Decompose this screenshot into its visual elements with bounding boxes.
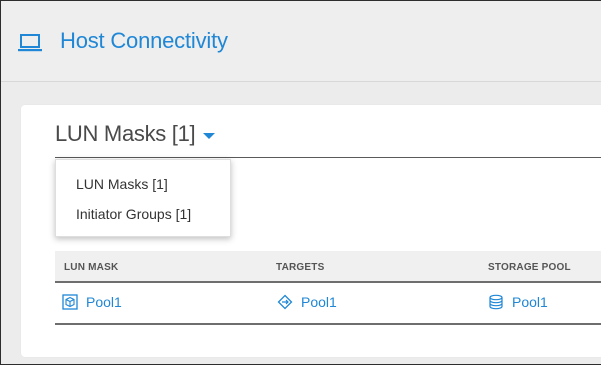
title-divider — [55, 157, 601, 158]
lun-masks-card: LUN Masks [1] LUN Masks [1] Initiator Gr… — [21, 105, 601, 357]
storage-pool-link[interactable]: Pool1 — [512, 294, 548, 310]
app-frame: Host Connectivity LUN Masks [1] LUN Mask… — [0, 0, 601, 365]
view-selector[interactable]: LUN Masks [1] — [55, 119, 216, 149]
column-header-lun-mask[interactable]: LUN MASK — [64, 262, 118, 273]
lun-mask-icon — [62, 294, 78, 310]
view-dropdown-menu: LUN Masks [1] Initiator Groups [1] — [55, 159, 231, 237]
menu-item-lun-masks[interactable]: LUN Masks [1] — [76, 176, 168, 192]
page-header: Host Connectivity — [1, 1, 601, 82]
database-icon — [489, 294, 503, 310]
laptop-icon — [17, 34, 43, 54]
card-title[interactable]: LUN Masks [1] — [55, 121, 196, 147]
targets-cell[interactable]: Pool1 — [277, 294, 337, 310]
lun-mask-link[interactable]: Pool1 — [86, 294, 122, 310]
target-icon — [277, 294, 293, 310]
caret-down-icon[interactable] — [203, 133, 216, 139]
table-row: Pool1 Pool1 Pool1 — [55, 283, 601, 325]
targets-link[interactable]: Pool1 — [301, 294, 337, 310]
column-header-targets[interactable]: TARGETS — [276, 262, 324, 273]
page-title: Host Connectivity — [60, 28, 228, 53]
menu-item-initiator-groups[interactable]: Initiator Groups [1] — [76, 206, 191, 222]
table-header: LUN MASK TARGETS STORAGE POOL — [55, 251, 601, 283]
lun-mask-cell[interactable]: Pool1 — [62, 294, 122, 310]
storage-pool-cell[interactable]: Pool1 — [488, 294, 548, 310]
column-header-storage-pool[interactable]: STORAGE POOL — [488, 262, 571, 273]
